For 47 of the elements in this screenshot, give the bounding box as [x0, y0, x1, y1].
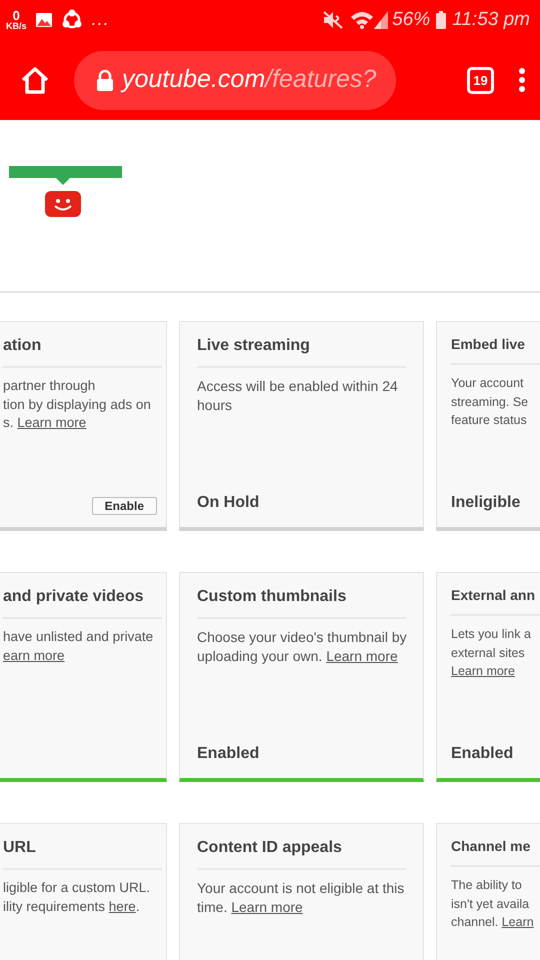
card-title: Live streaming — [197, 334, 406, 368]
card-description: Lets you link a external sites Learn more — [451, 626, 532, 680]
learn-more-link[interactable]: Learn more — [231, 898, 303, 914]
smile-icon — [45, 191, 81, 217]
address-bar[interactable]: youtube.com/features? — [74, 50, 396, 110]
card-description: Choose your video's thumbnail by uploading your own. Learn more — [197, 628, 406, 665]
card-title: External ann — [451, 585, 540, 616]
card-title: Content ID appeals — [197, 836, 406, 870]
clock-time: 11:53 pm — [452, 8, 530, 32]
card-status: Enabled — [451, 744, 514, 764]
learn-more-link[interactable]: Learn more — [326, 648, 398, 664]
battery-percentage: 56% — [392, 8, 430, 32]
mute-icon — [322, 10, 344, 30]
card-description: Access will be enabled within 24 hours — [197, 377, 399, 414]
image-icon — [34, 12, 53, 28]
card-description: partner through tion by displaying ads on s. Learn more — [3, 377, 152, 432]
learn-more-link[interactable]: Learn — [502, 915, 534, 929]
learn-more-link[interactable]: Learn more — [451, 664, 515, 678]
network-speed: 0 KB/s — [6, 10, 27, 30]
learn-more-link[interactable]: Learn more — [17, 415, 86, 430]
more-notifications-text: … — [90, 8, 110, 32]
card-description: The ability to isn't yet availa channel. Learn — [451, 877, 535, 931]
card-title: ation — [3, 334, 162, 368]
card-status: Ineligible — [451, 493, 522, 513]
tab-count-button[interactable]: 19 — [467, 66, 494, 94]
card-description: ligible for a custom URL. ility requirements here. — [3, 879, 152, 916]
url-text: youtube.com/features? — [122, 64, 376, 96]
card-status: Enabled — [197, 744, 260, 764]
card-title: Embed live — [451, 334, 540, 365]
card-status: On Hold — [197, 493, 260, 513]
card-description: have unlisted and private earn more — [3, 628, 154, 664]
learn-more-link[interactable]: earn more — [3, 648, 65, 662]
more-menu-icon — [518, 67, 526, 93]
card-title: URL — [3, 836, 162, 870]
card-title: Channel me — [451, 836, 540, 867]
wifi-icon — [350, 10, 374, 30]
card-title: and private videos — [3, 585, 162, 619]
card-title: Custom thumbnails — [197, 585, 406, 619]
card-description: Your account streaming. Se feature status — [451, 375, 530, 429]
battery-icon — [436, 11, 446, 29]
enable-button[interactable]: Enable — [92, 497, 157, 515]
learn-more-link[interactable]: here — [108, 898, 136, 914]
home-icon[interactable] — [20, 66, 50, 94]
lock-icon — [96, 69, 114, 91]
signal-icon — [374, 11, 388, 29]
share-icon — [60, 9, 83, 31]
card-description: Your account is not eligible at this time. Learn more — [197, 879, 406, 916]
